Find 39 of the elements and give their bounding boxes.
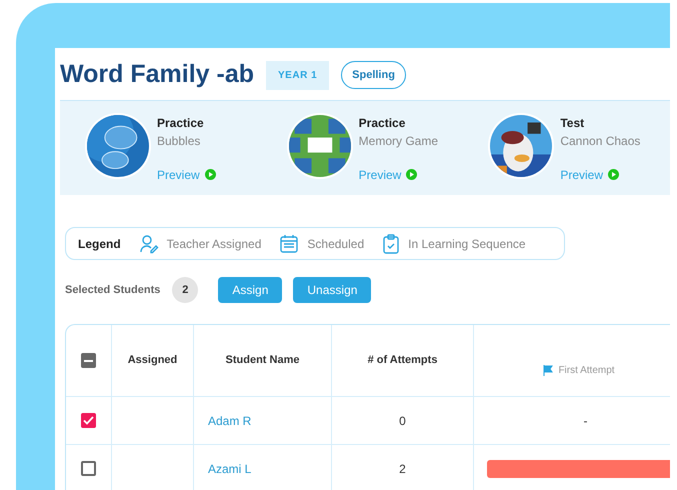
selected-students-label: Selected Students [65,282,160,298]
column-header: Student Name [226,353,300,368]
count-badge: 2 [172,277,198,303]
activity-type: Practice [157,114,205,132]
attempt-cell-text: - [584,412,588,430]
student-name-link[interactable]: Azami L [208,460,252,478]
year-tag: YEAR 1 [266,60,330,90]
play-icon [608,169,620,180]
action-button[interactable]: Unassign [293,277,372,303]
activity-type: Practice [358,114,406,132]
column-header: # of Attempts [368,353,438,368]
action-button[interactable]: Assign [218,277,282,303]
subject-tag: Spelling [341,60,406,90]
page-title: Word Family -ab [60,59,254,90]
legend-text: In Learning Sequence [408,236,526,252]
attempts-cell-text: 2 [399,460,406,478]
play-icon [204,169,216,180]
activity-name: Cannon Chaos [560,132,640,150]
play-icon [406,169,418,180]
student-name-link[interactable]: Adam R [208,412,252,430]
row-checkbox[interactable] [81,461,96,476]
activity-type: Test [560,114,586,132]
column-header: Assigned [128,353,178,368]
row-checkbox[interactable] [81,413,96,428]
legend-text: Scheduled [307,236,364,252]
select-all-checkbox[interactable] [81,353,96,368]
preview-link[interactable]: Preview [157,166,216,184]
clipboard-check-icon [382,234,400,254]
preview-link[interactable]: Preview [358,166,438,184]
activity-name: Memory Game [358,132,438,150]
preview-link[interactable]: Preview [560,166,640,184]
calendar-icon [279,234,300,254]
legend-label: Legend [78,236,121,252]
attempts-cell-text: 0 [399,412,406,430]
legend-text: Teacher Assigned [166,236,262,252]
activity-name: Bubbles [157,132,202,150]
person-icon [138,234,159,254]
column-header: First Attempt [558,364,615,378]
flag-icon [543,365,554,376]
